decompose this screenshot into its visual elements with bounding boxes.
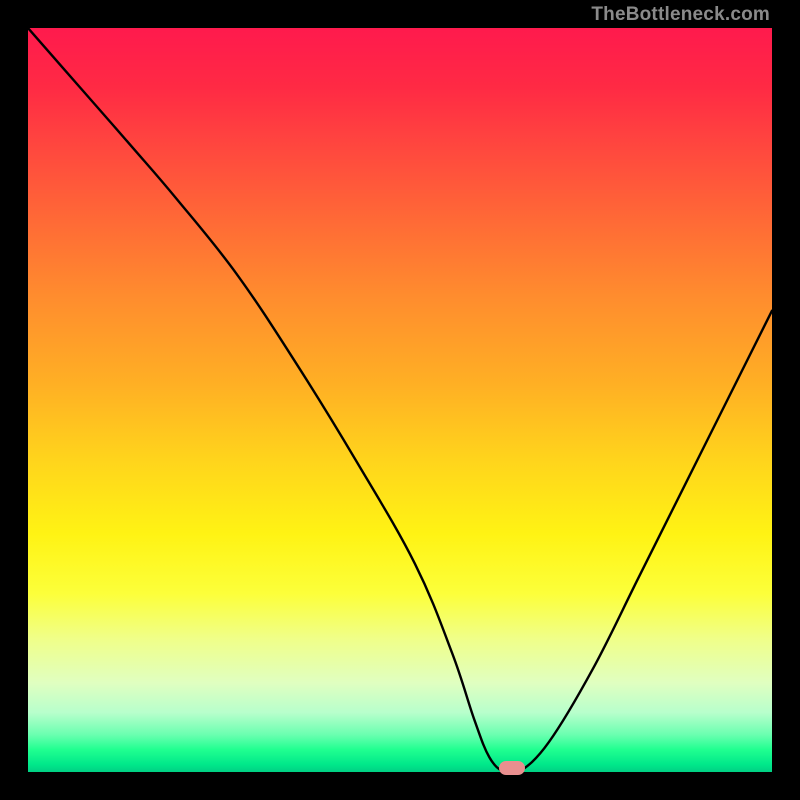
plot-area: [28, 28, 772, 772]
optimum-marker: [499, 761, 525, 775]
chart-frame: TheBottleneck.com: [0, 0, 800, 800]
bottleneck-curve: [28, 28, 772, 772]
watermark-text: TheBottleneck.com: [591, 4, 770, 26]
